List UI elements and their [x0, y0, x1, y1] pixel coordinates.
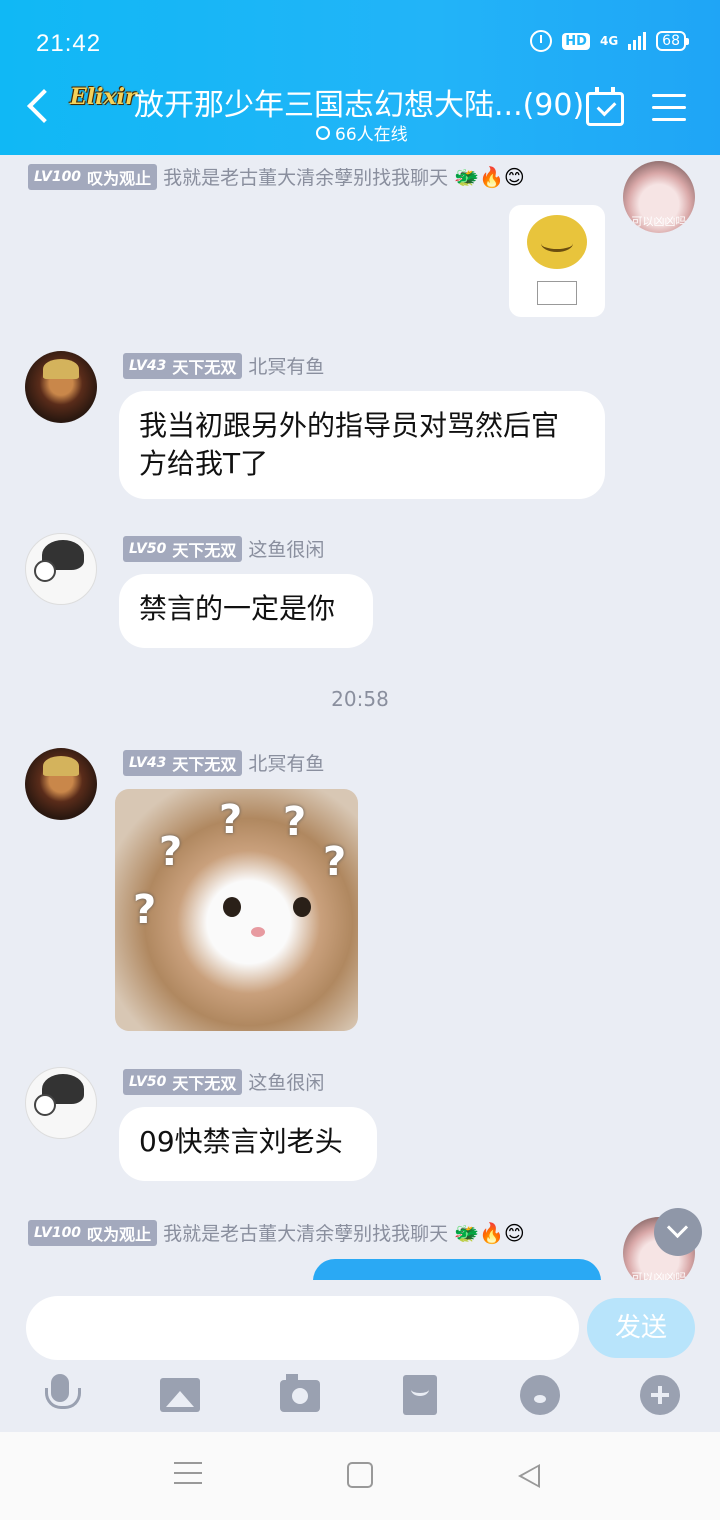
smiley-face	[527, 215, 587, 269]
red-packet-icon[interactable]	[403, 1375, 437, 1415]
image-icon[interactable]	[160, 1378, 200, 1412]
message-bubble[interactable]: 我当初跟另外的指导员对骂然后官方给我T了	[119, 391, 605, 499]
chat-list[interactable]: LV100 叹为观止 我就是老古董大清余孽别找我聊天 🐲🔥😊 可以凶凶吗 LV4…	[0, 155, 720, 1280]
sender-nickname[interactable]: 北冥有鱼	[248, 749, 324, 776]
system-nav-bar	[0, 1432, 720, 1520]
level-title: 叹为观止	[87, 1224, 152, 1244]
sticker-image[interactable]	[509, 205, 605, 317]
send-button[interactable]: 发送	[587, 1298, 695, 1358]
message-input[interactable]	[26, 1296, 579, 1360]
question-mark: ?	[283, 799, 307, 845]
battery-icon: 68	[656, 31, 689, 51]
level-title: 天下无双	[172, 1073, 237, 1093]
sender-nickname[interactable]: 这鱼很闲	[248, 535, 324, 562]
status-icons: HD 4G 68	[530, 30, 689, 52]
question-mark: ?	[159, 829, 183, 875]
avatar[interactable]	[25, 1067, 97, 1139]
hd-icon: HD	[562, 32, 590, 50]
cat-eye	[223, 897, 241, 917]
chat-header: 21:42 HD 4G 68 Elixir 放开那少年三国志幻想大陆...(90…	[0, 0, 720, 155]
alarm-icon	[530, 30, 553, 52]
level-badge: LV100 叹为观止	[28, 1219, 158, 1246]
avatar[interactable]: 可以凶凶吗	[623, 161, 695, 233]
online-count-label: 66人在线	[335, 125, 408, 145]
avatar-label: 可以凶凶吗	[631, 215, 687, 228]
level-label: LV43	[129, 357, 167, 374]
emoji-icon[interactable]	[520, 1375, 560, 1415]
input-area: 发送	[0, 1280, 720, 1432]
back-button[interactable]	[24, 88, 54, 128]
signal-icon	[628, 32, 647, 50]
status-time: 21:42	[36, 30, 102, 57]
sign-board	[537, 281, 577, 305]
plus-icon[interactable]	[640, 1375, 680, 1415]
recent-apps-icon[interactable]	[174, 1462, 202, 1486]
honor-emojis: 🐲🔥😊	[454, 1220, 525, 1245]
level-title: 天下无双	[172, 540, 237, 560]
sender-nickname[interactable]: 我就是老古董大清余孽别找我聊天	[163, 1219, 448, 1246]
message-meta: LV100 叹为观止 我就是老古董大清余孽别找我聊天 🐲🔥😊	[28, 1219, 525, 1246]
checkin-icon[interactable]	[586, 87, 624, 126]
avatar-label: 可以凶凶吗	[631, 1271, 687, 1280]
level-badge: LV43 天下无双	[123, 352, 243, 379]
message-bubble[interactable]: 09快禁言刘老头	[119, 1107, 377, 1181]
question-mark: ?	[323, 839, 347, 885]
input-toolbar	[0, 1372, 720, 1422]
home-icon[interactable]	[347, 1462, 373, 1488]
message-meta: LV43 天下无双 北冥有鱼	[123, 352, 324, 379]
sticker-image[interactable]: ? ? ? ? ?	[115, 789, 358, 1031]
level-label: LV50	[129, 540, 167, 557]
group-title[interactable]: 放开那少年三国志幻想大陆...(90)	[134, 80, 584, 124]
message-meta: LV100 叹为观止 我就是老古董大清余孽别找我聊天 🐲🔥😊	[28, 163, 525, 190]
level-badge: LV50 天下无双	[123, 1068, 243, 1095]
honor-emojis: 🐲🔥😊	[454, 164, 525, 189]
mic-icon[interactable]	[38, 1372, 82, 1416]
message-meta: LV43 天下无双 北冥有鱼	[123, 749, 324, 776]
sender-nickname[interactable]: 我就是老古董大清余孽别找我聊天	[163, 163, 448, 190]
message-meta: LV50 天下无双 这鱼很闲	[123, 535, 324, 562]
cat-eye	[293, 897, 311, 917]
message-meta: LV50 天下无双 这鱼很闲	[123, 1068, 324, 1095]
camera-icon[interactable]	[280, 1374, 320, 1412]
sender-nickname[interactable]: 北冥有鱼	[248, 352, 324, 379]
online-icon	[316, 125, 330, 140]
avatar[interactable]	[25, 533, 97, 605]
level-badge: LV43 天下无双	[123, 749, 243, 776]
level-label: LV100	[34, 1224, 82, 1241]
level-title: 叹为观止	[87, 168, 152, 188]
level-title: 天下无双	[172, 754, 237, 774]
menu-icon[interactable]	[652, 94, 686, 124]
level-label: LV43	[129, 754, 167, 771]
avatar[interactable]	[25, 748, 97, 820]
message-bubble[interactable]	[313, 1259, 601, 1280]
scroll-to-bottom-button[interactable]	[654, 1208, 702, 1256]
elixir-logo: Elixir	[70, 84, 137, 110]
level-badge: LV50 天下无双	[123, 535, 243, 562]
question-mark: ?	[133, 887, 157, 933]
level-label: LV100	[34, 168, 82, 185]
level-badge: LV100 叹为观止	[28, 163, 158, 190]
network-icon: 4G	[599, 34, 619, 48]
level-title: 天下无双	[172, 357, 237, 377]
avatar[interactable]	[25, 351, 97, 423]
online-count[interactable]: 66人在线	[316, 120, 408, 145]
question-mark: ?	[219, 797, 243, 843]
nav-back-icon[interactable]	[518, 1464, 540, 1488]
sender-nickname[interactable]: 这鱼很闲	[248, 1068, 324, 1095]
cat-nose	[251, 927, 265, 937]
message-bubble[interactable]: 禁言的一定是你	[119, 574, 373, 648]
level-label: LV50	[129, 1073, 167, 1090]
timestamp: 20:58	[331, 687, 389, 711]
